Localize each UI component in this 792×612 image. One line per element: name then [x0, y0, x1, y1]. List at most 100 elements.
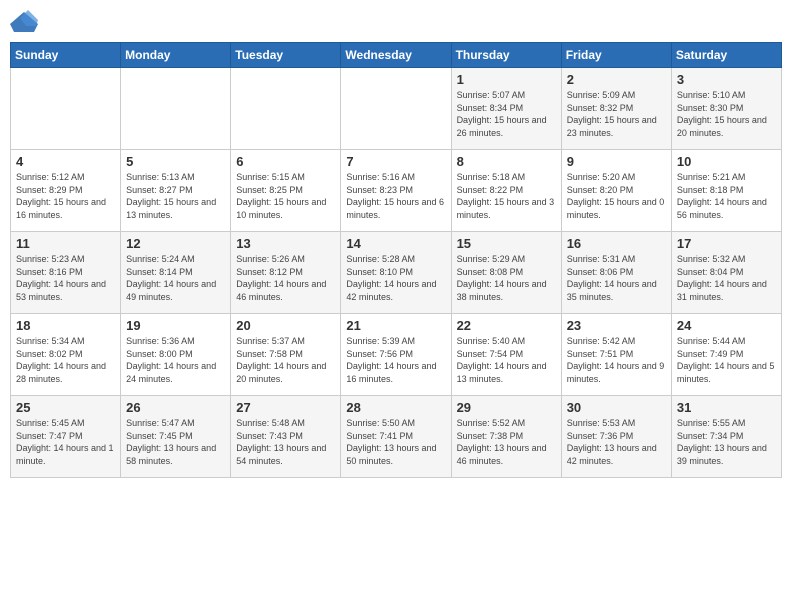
day-info: Sunrise: 5:12 AMSunset: 8:29 PMDaylight:… [16, 171, 115, 221]
day-info: Sunrise: 5:18 AMSunset: 8:22 PMDaylight:… [457, 171, 556, 221]
day-info: Sunrise: 5:34 AMSunset: 8:02 PMDaylight:… [16, 335, 115, 385]
day-info: Sunrise: 5:23 AMSunset: 8:16 PMDaylight:… [16, 253, 115, 303]
calendar-cell: 27 Sunrise: 5:48 AMSunset: 7:43 PMDayligh… [231, 396, 341, 478]
day-info: Sunrise: 5:32 AMSunset: 8:04 PMDaylight:… [677, 253, 776, 303]
calendar-cell: 12 Sunrise: 5:24 AMSunset: 8:14 PMDayligh… [121, 232, 231, 314]
day-info: Sunrise: 5:28 AMSunset: 8:10 PMDaylight:… [346, 253, 445, 303]
day-info: Sunrise: 5:48 AMSunset: 7:43 PMDaylight:… [236, 417, 335, 467]
calendar-cell: 16 Sunrise: 5:31 AMSunset: 8:06 PMDayligh… [561, 232, 671, 314]
day-number: 26 [126, 400, 225, 415]
page-header [10, 10, 782, 34]
day-info: Sunrise: 5:10 AMSunset: 8:30 PMDaylight:… [677, 89, 776, 139]
calendar-cell: 26 Sunrise: 5:47 AMSunset: 7:45 PMDayligh… [121, 396, 231, 478]
day-number: 9 [567, 154, 666, 169]
day-number: 6 [236, 154, 335, 169]
day-info: Sunrise: 5:42 AMSunset: 7:51 PMDaylight:… [567, 335, 666, 385]
calendar-cell: 31Sunrise: 5:55 AMSunset: 7:34 PMDayligh… [671, 396, 781, 478]
day-number: 5 [126, 154, 225, 169]
calendar-cell: 24Sunrise: 5:44 AMSunset: 7:49 PMDayligh… [671, 314, 781, 396]
week-row-4: 18 Sunrise: 5:34 AMSunset: 8:02 PMDayligh… [11, 314, 782, 396]
day-number: 16 [567, 236, 666, 251]
day-number: 12 [126, 236, 225, 251]
day-number: 29 [457, 400, 556, 415]
header-sunday: Sunday [11, 43, 121, 68]
day-number: 15 [457, 236, 556, 251]
day-number: 18 [16, 318, 115, 333]
day-number: 7 [346, 154, 445, 169]
day-number: 23 [567, 318, 666, 333]
day-info: Sunrise: 5:50 AMSunset: 7:41 PMDaylight:… [346, 417, 445, 467]
day-info: Sunrise: 5:13 AMSunset: 8:27 PMDaylight:… [126, 171, 225, 221]
day-number: 20 [236, 318, 335, 333]
day-info: Sunrise: 5:47 AMSunset: 7:45 PMDaylight:… [126, 417, 225, 467]
day-info: Sunrise: 5:40 AMSunset: 7:54 PMDaylight:… [457, 335, 556, 385]
day-info: Sunrise: 5:39 AMSunset: 7:56 PMDaylight:… [346, 335, 445, 385]
day-info: Sunrise: 5:20 AMSunset: 8:20 PMDaylight:… [567, 171, 666, 221]
calendar-cell: 23 Sunrise: 5:42 AMSunset: 7:51 PMDayligh… [561, 314, 671, 396]
calendar-cell: 29 Sunrise: 5:52 AMSunset: 7:38 PMDayligh… [451, 396, 561, 478]
calendar-cell: 30 Sunrise: 5:53 AMSunset: 7:36 PMDayligh… [561, 396, 671, 478]
calendar-cell: 13 Sunrise: 5:26 AMSunset: 8:12 PMDayligh… [231, 232, 341, 314]
calendar-header-row: SundayMondayTuesdayWednesdayThursdayFrid… [11, 43, 782, 68]
week-row-2: 4 Sunrise: 5:12 AMSunset: 8:29 PMDaylight… [11, 150, 782, 232]
header-tuesday: Tuesday [231, 43, 341, 68]
week-row-5: 25 Sunrise: 5:45 AMSunset: 7:47 PMDayligh… [11, 396, 782, 478]
day-number: 21 [346, 318, 445, 333]
day-info: Sunrise: 5:36 AMSunset: 8:00 PMDaylight:… [126, 335, 225, 385]
day-info: Sunrise: 5:45 AMSunset: 7:47 PMDaylight:… [16, 417, 115, 467]
calendar-cell: 11 Sunrise: 5:23 AMSunset: 8:16 PMDayligh… [11, 232, 121, 314]
week-row-1: 1Sunrise: 5:07 AMSunset: 8:34 PMDaylight… [11, 68, 782, 150]
logo-icon [10, 10, 38, 34]
calendar-cell: 1Sunrise: 5:07 AMSunset: 8:34 PMDaylight… [451, 68, 561, 150]
day-info: Sunrise: 5:31 AMSunset: 8:06 PMDaylight:… [567, 253, 666, 303]
day-info: Sunrise: 5:53 AMSunset: 7:36 PMDaylight:… [567, 417, 666, 467]
day-number: 10 [677, 154, 776, 169]
day-number: 25 [16, 400, 115, 415]
day-info: Sunrise: 5:44 AMSunset: 7:49 PMDaylight:… [677, 335, 776, 385]
day-info: Sunrise: 5:29 AMSunset: 8:08 PMDaylight:… [457, 253, 556, 303]
calendar-cell: 4 Sunrise: 5:12 AMSunset: 8:29 PMDaylight… [11, 150, 121, 232]
calendar-cell: 20 Sunrise: 5:37 AMSunset: 7:58 PMDayligh… [231, 314, 341, 396]
calendar-cell: 14 Sunrise: 5:28 AMSunset: 8:10 PMDayligh… [341, 232, 451, 314]
day-number: 28 [346, 400, 445, 415]
calendar-cell: 28 Sunrise: 5:50 AMSunset: 7:41 PMDayligh… [341, 396, 451, 478]
day-number: 30 [567, 400, 666, 415]
calendar-cell: 15 Sunrise: 5:29 AMSunset: 8:08 PMDayligh… [451, 232, 561, 314]
header-thursday: Thursday [451, 43, 561, 68]
day-number: 2 [567, 72, 666, 87]
day-number: 27 [236, 400, 335, 415]
header-saturday: Saturday [671, 43, 781, 68]
header-friday: Friday [561, 43, 671, 68]
calendar-cell: 8 Sunrise: 5:18 AMSunset: 8:22 PMDaylight… [451, 150, 561, 232]
day-info: Sunrise: 5:09 AMSunset: 8:32 PMDaylight:… [567, 89, 666, 139]
calendar-cell: 17Sunrise: 5:32 AMSunset: 8:04 PMDayligh… [671, 232, 781, 314]
day-number: 8 [457, 154, 556, 169]
day-info: Sunrise: 5:07 AMSunset: 8:34 PMDaylight:… [457, 89, 556, 139]
calendar-cell [11, 68, 121, 150]
day-info: Sunrise: 5:16 AMSunset: 8:23 PMDaylight:… [346, 171, 445, 221]
day-info: Sunrise: 5:15 AMSunset: 8:25 PMDaylight:… [236, 171, 335, 221]
day-number: 11 [16, 236, 115, 251]
day-info: Sunrise: 5:24 AMSunset: 8:14 PMDaylight:… [126, 253, 225, 303]
day-number: 14 [346, 236, 445, 251]
calendar-cell [231, 68, 341, 150]
day-number: 13 [236, 236, 335, 251]
day-number: 4 [16, 154, 115, 169]
calendar-cell: 2 Sunrise: 5:09 AMSunset: 8:32 PMDaylight… [561, 68, 671, 150]
calendar-cell: 21 Sunrise: 5:39 AMSunset: 7:56 PMDayligh… [341, 314, 451, 396]
calendar-cell [121, 68, 231, 150]
calendar-cell: 18 Sunrise: 5:34 AMSunset: 8:02 PMDayligh… [11, 314, 121, 396]
day-number: 22 [457, 318, 556, 333]
day-number: 31 [677, 400, 776, 415]
day-info: Sunrise: 5:37 AMSunset: 7:58 PMDaylight:… [236, 335, 335, 385]
calendar-cell: 25 Sunrise: 5:45 AMSunset: 7:47 PMDayligh… [11, 396, 121, 478]
day-info: Sunrise: 5:21 AMSunset: 8:18 PMDaylight:… [677, 171, 776, 221]
day-number: 19 [126, 318, 225, 333]
calendar-table: SundayMondayTuesdayWednesdayThursdayFrid… [10, 42, 782, 478]
header-wednesday: Wednesday [341, 43, 451, 68]
day-info: Sunrise: 5:52 AMSunset: 7:38 PMDaylight:… [457, 417, 556, 467]
header-monday: Monday [121, 43, 231, 68]
calendar-cell [341, 68, 451, 150]
calendar-cell: 22 Sunrise: 5:40 AMSunset: 7:54 PMDayligh… [451, 314, 561, 396]
day-info: Sunrise: 5:26 AMSunset: 8:12 PMDaylight:… [236, 253, 335, 303]
